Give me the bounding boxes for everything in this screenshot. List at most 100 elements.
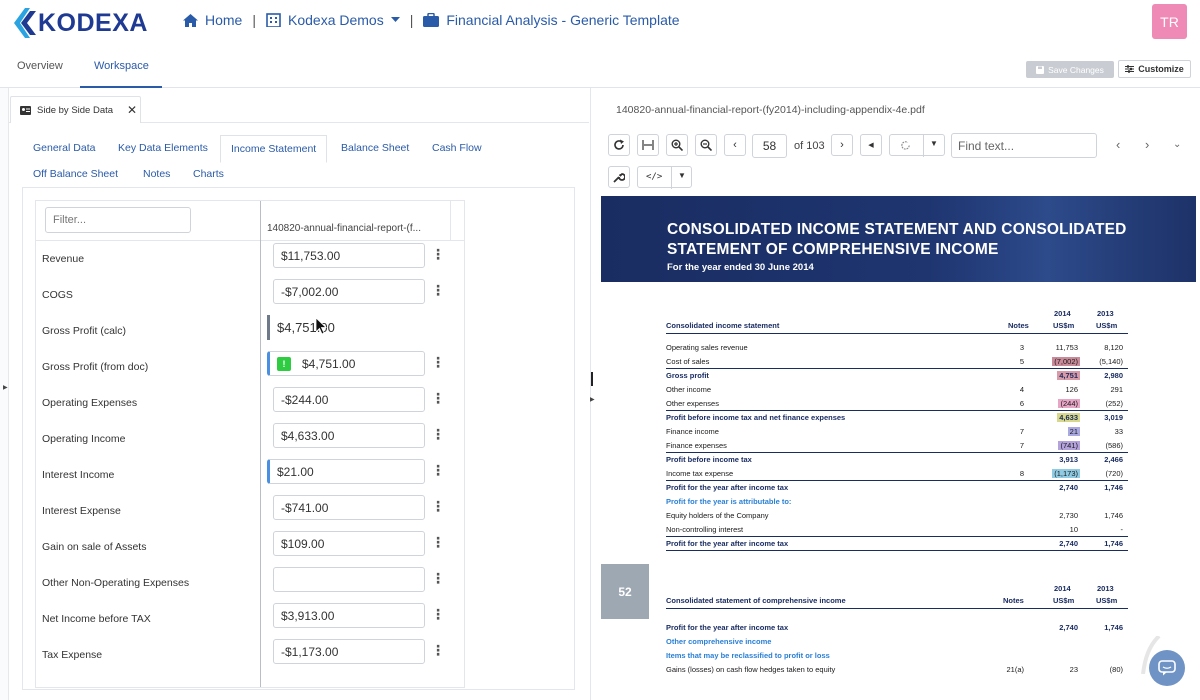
value-text xyxy=(1076,651,1080,660)
code-view-button[interactable]: </> ▼ xyxy=(637,166,692,189)
save-changes-button[interactable]: Save Changes xyxy=(1026,61,1114,78)
kodexa-logo[interactable]: KODEXA xyxy=(14,6,148,40)
user-avatar[interactable]: TR xyxy=(1152,4,1187,39)
kebab-menu-icon[interactable]: ⋮ xyxy=(431,427,445,441)
breadcrumb-project[interactable]: Financial Analysis - Generic Template xyxy=(423,12,680,28)
highlighted-value[interactable]: (7,002) xyxy=(1052,357,1080,366)
panel-tab-side-by-side[interactable]: Side by Side Data ✕ xyxy=(10,96,141,123)
caret-down-icon[interactable]: ▼ xyxy=(678,171,686,180)
highlighted-value[interactable]: (1,173) xyxy=(1052,469,1080,478)
zoom-in-button[interactable] xyxy=(666,134,688,156)
page-number-input[interactable]: 58 xyxy=(752,134,787,158)
exception-icon[interactable]: ! xyxy=(277,356,291,371)
value-2014: (7,002) xyxy=(1036,357,1080,366)
value-2014: 2,740 xyxy=(1036,483,1080,492)
value-input[interactable]: -$1,173.00 xyxy=(273,639,425,664)
close-icon[interactable]: ✕ xyxy=(127,103,137,117)
statement-line-label: Finance expenses xyxy=(666,441,727,450)
splitter-handle[interactable] xyxy=(591,372,593,386)
value-input[interactable]: ! $4,751.00 xyxy=(267,351,425,376)
tab-overview[interactable]: Overview xyxy=(17,60,63,72)
rotate-icon xyxy=(901,140,910,150)
breadcrumb-org[interactable]: Kodexa Demos xyxy=(266,12,400,28)
value-text: 2,740 xyxy=(1059,483,1078,492)
kebab-menu-icon[interactable]: ⋮ xyxy=(431,535,445,549)
breadcrumb-home[interactable]: Home xyxy=(183,12,242,28)
value-input[interactable]: -$244.00 xyxy=(273,387,425,412)
value-2013: 33 xyxy=(1114,427,1123,436)
table-row: Operating Income $4,633.00 ⋮ xyxy=(36,420,464,456)
value-2013: 291 xyxy=(1110,385,1123,394)
tab-off-balance-sheet[interactable]: Off Balance Sheet xyxy=(33,168,118,180)
chevron-down-icon[interactable]: ⌄ xyxy=(1173,139,1181,150)
previous-page-button[interactable]: ‹ xyxy=(724,134,746,156)
value-text: 2,730 xyxy=(1059,511,1078,520)
highlighted-value[interactable]: (741) xyxy=(1058,441,1080,450)
kebab-menu-icon[interactable]: ⋮ xyxy=(431,463,445,477)
find-previous-icon[interactable]: ‹ xyxy=(1116,137,1120,152)
kebab-menu-icon[interactable]: ⋮ xyxy=(431,391,445,405)
value-input[interactable] xyxy=(273,567,425,592)
building-icon xyxy=(266,13,281,27)
find-text-input[interactable]: Find text... xyxy=(951,133,1097,158)
value-input[interactable]: $4,633.00 xyxy=(273,423,425,448)
value-2014: 2,740 xyxy=(1036,623,1080,632)
tab-balance-sheet[interactable]: Balance Sheet xyxy=(341,142,409,154)
tools-button[interactable] xyxy=(608,166,630,188)
kebab-menu-icon[interactable]: ⋮ xyxy=(431,571,445,585)
value-2013: 8,120 xyxy=(1104,343,1123,352)
value-input[interactable]: -$741.00 xyxy=(273,495,425,520)
rotate-dropdown-button[interactable]: ▼ xyxy=(889,134,945,157)
customize-button[interactable]: Customize xyxy=(1118,60,1191,78)
tab-cash-flow[interactable]: Cash Flow xyxy=(432,142,482,154)
statement-line-label: Other comprehensive income xyxy=(666,637,772,646)
tab-income-statement[interactable]: Income Statement xyxy=(220,135,328,163)
value-input[interactable]: $3,913.00 xyxy=(273,603,425,628)
kebab-menu-icon[interactable]: ⋮ xyxy=(431,499,445,513)
zoom-out-button[interactable] xyxy=(695,134,717,156)
rotate-button[interactable] xyxy=(608,134,630,156)
left-collapse-rail[interactable] xyxy=(0,88,9,700)
kebab-menu-icon[interactable]: ⋮ xyxy=(431,247,445,261)
previous-spread-button[interactable]: ◀ xyxy=(860,134,882,156)
active-tab-indicator xyxy=(80,86,162,88)
tab-workspace[interactable]: Workspace xyxy=(94,60,149,72)
year-header: 2013 xyxy=(1097,309,1114,318)
kebab-menu-icon[interactable]: ⋮ xyxy=(431,283,445,297)
next-page-button[interactable]: › xyxy=(831,134,853,156)
chat-button[interactable] xyxy=(1149,650,1185,686)
value-input[interactable]: $109.00 xyxy=(273,531,425,556)
expand-right-icon[interactable]: ▶ xyxy=(3,384,8,391)
kebab-menu-icon[interactable]: ⋮ xyxy=(431,643,445,657)
statement-line-label: Profit for the year after income tax xyxy=(666,539,789,548)
tab-key-data-elements[interactable]: Key Data Elements xyxy=(118,142,208,154)
value-2014: (741) xyxy=(1036,441,1080,450)
value-input[interactable]: -$7,002.00 xyxy=(273,279,425,304)
panel-splitter[interactable] xyxy=(590,88,597,700)
value-input[interactable]: $21.00 xyxy=(267,459,425,484)
tab-notes[interactable]: Notes xyxy=(143,168,170,180)
value-2014: 2,740 xyxy=(1036,539,1080,548)
table-row: Interest Expense -$741.00 ⋮ xyxy=(36,492,464,528)
value-2013: (586) xyxy=(1105,441,1123,450)
tab-general-data[interactable]: General Data xyxy=(33,142,95,154)
highlighted-value[interactable]: 4,633 xyxy=(1057,413,1080,422)
kebab-menu-icon[interactable]: ⋮ xyxy=(431,607,445,621)
breadcrumb-separator: | xyxy=(409,12,414,28)
value-2013: 1,746 xyxy=(1104,511,1123,520)
refresh-icon xyxy=(614,139,624,150)
document-column-header[interactable]: 140820-annual-financial-report-(f... xyxy=(267,223,421,234)
tab-charts[interactable]: Charts xyxy=(193,168,224,180)
highlighted-value[interactable]: (244) xyxy=(1058,399,1080,408)
table-rule xyxy=(666,536,1128,537)
find-next-icon[interactable]: › xyxy=(1145,137,1149,152)
highlighted-value[interactable]: 4,751 xyxy=(1057,371,1080,380)
caret-down-icon[interactable]: ▼ xyxy=(930,139,938,148)
filter-input[interactable] xyxy=(45,207,191,233)
statement-line-note: 8 xyxy=(1019,469,1024,478)
kebab-menu-icon[interactable]: ⋮ xyxy=(431,355,445,369)
fit-width-button[interactable] xyxy=(637,134,659,156)
value-input[interactable]: $11,753.00 xyxy=(273,243,425,268)
value-text: $4,751.00 xyxy=(302,356,356,371)
expand-right-icon[interactable]: ▶ xyxy=(590,396,595,403)
